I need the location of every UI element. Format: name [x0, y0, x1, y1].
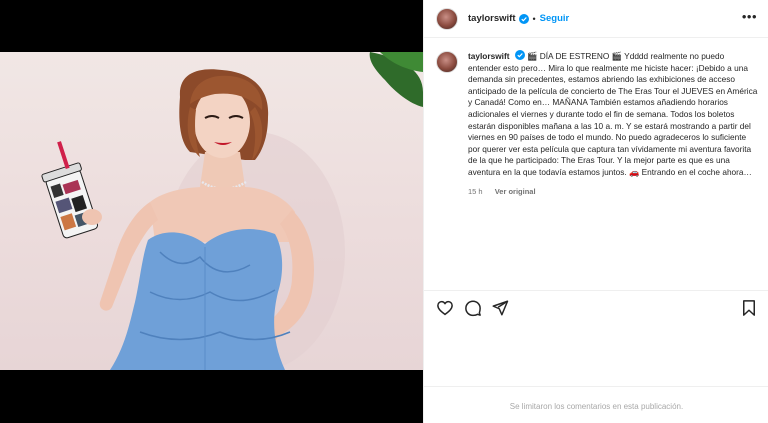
caption-body: taylorswift 🎬 DÍA DE ESTRENO 🎬 Ydddd rea…	[468, 50, 758, 196]
action-bar	[424, 290, 768, 324]
caption-meta: 15 h Ver original	[468, 187, 758, 196]
heart-icon	[437, 300, 453, 316]
like-button[interactable]	[436, 299, 454, 317]
more-options-icon[interactable]: •••	[742, 10, 757, 23]
save-button[interactable]	[740, 299, 758, 317]
caption: taylorswift 🎬 DÍA DE ESTRENO 🎬 Ydddd rea…	[436, 50, 758, 196]
post-details-panel: taylorswift • Seguir ••• taylorswift 🎬 D…	[423, 0, 768, 423]
see-original-link[interactable]: Ver original	[495, 187, 536, 196]
verified-badge-icon	[514, 50, 525, 60]
caption-message: 🎬 DÍA DE ESTRENO 🎬 Ydddd realmente no pu…	[468, 51, 758, 177]
verified-badge-icon	[518, 13, 529, 24]
comment-button[interactable]	[464, 299, 482, 317]
comments-divider	[424, 386, 768, 387]
caption-username[interactable]: taylorswift	[468, 51, 510, 61]
comment-icon	[465, 300, 481, 317]
header-username[interactable]: taylorswift	[468, 13, 516, 24]
caption-text: taylorswift 🎬 DÍA DE ESTRENO 🎬 Ydddd rea…	[468, 50, 758, 179]
post-photo-illustration	[41, 52, 423, 370]
post-image[interactable]	[0, 52, 423, 370]
bookmark-icon	[743, 300, 755, 316]
post-timestamp[interactable]: 15 h	[468, 187, 483, 196]
avatar[interactable]	[436, 7, 458, 30]
header-separator: •	[532, 13, 536, 24]
post-media	[0, 0, 423, 423]
comments-disabled-notice: Se limitaron los comentarios en esta pub…	[509, 402, 684, 411]
post-header: taylorswift • Seguir •••	[424, 0, 768, 38]
paper-plane-icon	[492, 300, 509, 316]
follow-button[interactable]: Seguir	[540, 13, 570, 24]
share-button[interactable]	[491, 299, 509, 317]
caption-avatar[interactable]	[436, 51, 458, 73]
